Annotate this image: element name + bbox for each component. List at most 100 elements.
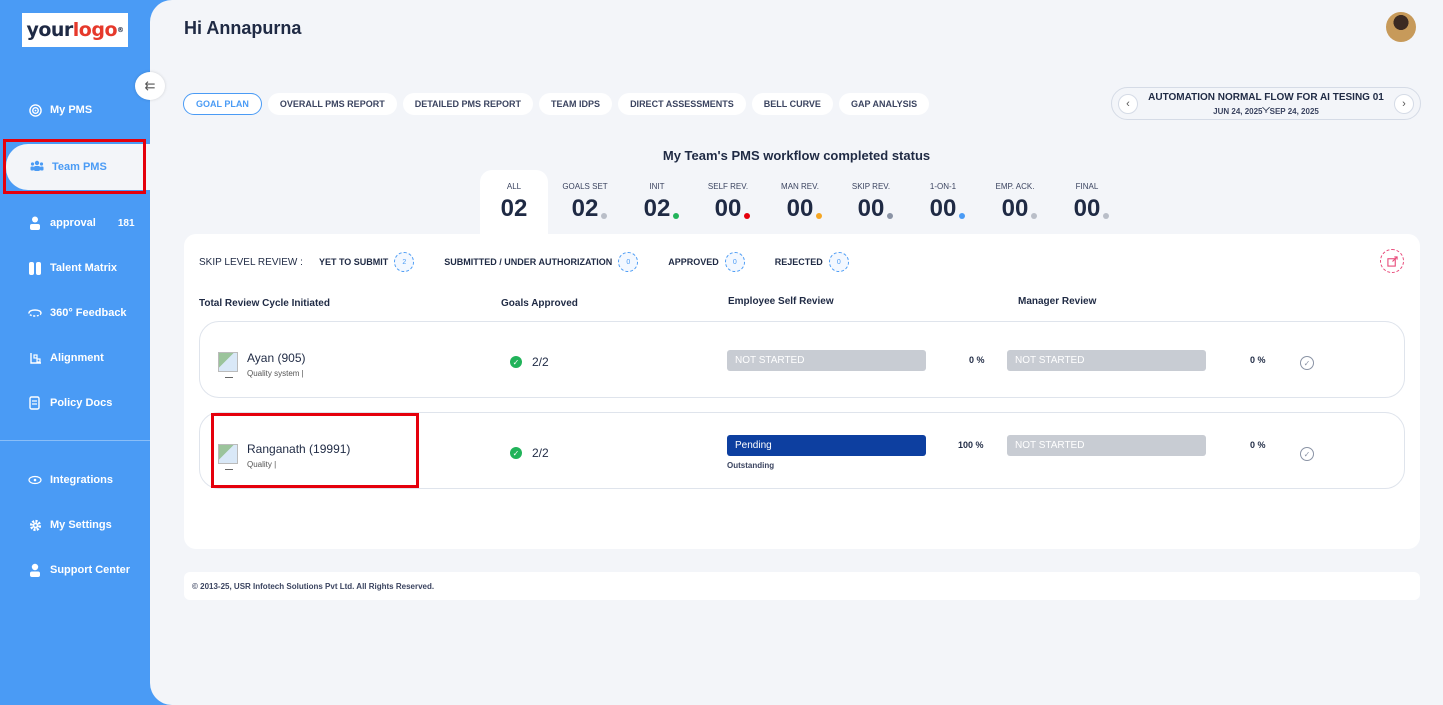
team-icon [30,160,44,175]
stat-1-on-1[interactable]: 1-ON-1 00 [908,182,978,223]
stat-label: 1-ON-1 [929,182,957,191]
collapse-arrow-icon: ⇇ [144,78,156,93]
tab-bell-curve[interactable]: BELL CURVE [751,93,833,115]
sidebar-item-label: approval [50,217,96,229]
stat-man-rev[interactable]: MAN REV. 00 [765,182,835,223]
stat-value: 00 [786,195,814,222]
employee-name[interactable]: Ayan (905) [247,351,305,365]
goals-approved: ✓ 2/2 [510,355,549,369]
sidebar-item-integrations[interactable]: Integrations [28,470,113,490]
sidebar-collapse-button[interactable]: ⇇ [135,72,165,100]
chevron-right-icon: › [1402,98,1406,110]
stat-label: SELF REV. [707,182,749,191]
stat-goals-set[interactable]: GOALS SET 02 [550,182,620,223]
tab-overall-pms-report[interactable]: OVERALL PMS REPORT [267,93,397,115]
sidebar-item-policy-docs[interactable]: Policy Docs [28,393,112,413]
manager-review-percent: 0 % [1250,355,1266,365]
alignment-icon [28,351,42,365]
self-review-status-bar: NOT STARTED [727,350,926,371]
manager-review-status-bar: NOT STARTED [1007,350,1206,371]
user-avatar[interactable] [1386,12,1416,42]
column-header-goals-approved: Goals Approved [501,298,578,309]
sidebar-item-my-settings[interactable]: My Settings [28,515,112,535]
stat-value: 00 [1073,195,1101,222]
sidebar-item-alignment[interactable]: Alignment [28,348,104,368]
sidebar-item-talent-matrix[interactable]: Talent Matrix [28,258,117,278]
sidebar-item-label: Integrations [50,474,113,486]
filter-submitted[interactable]: SUBMITTED / UNDER AUTHORIZATION [444,257,612,267]
approval-count-badge: 181 [117,217,135,229]
footer-copyright: © 2013-25, USR Infotech Solutions Pvt Lt… [184,572,1420,600]
tab-team-idps[interactable]: TEAM IDPS [539,93,613,115]
stat-value: 00 [929,195,957,222]
approve-check-icon[interactable]: ✓ [1300,447,1314,461]
review-cycle-selector[interactable]: ‹ AUTOMATION NORMAL FLOW FOR AI TESING 0… [1111,87,1421,120]
stat-all[interactable]: ALL 02 [479,182,549,223]
stat-label: SKIP REV. [851,182,891,191]
main-content: Hi Annapurna GOAL PLAN OVERALL PMS REPOR… [150,0,1443,705]
export-button[interactable] [1380,249,1404,273]
stat-init[interactable]: INIT 02 [622,182,692,223]
sidebar-item-label: Policy Docs [50,397,113,409]
sidebar-item-label: Team PMS [52,161,107,173]
stat-value: 00 [1001,195,1029,222]
feedback-icon [28,306,42,320]
previous-cycle-button[interactable]: ‹ [1118,94,1138,114]
filter-yet-to-submit[interactable]: YET TO SUBMIT [319,257,388,267]
support-icon [28,563,42,577]
stat-self-rev[interactable]: SELF REV. 00 [693,182,763,223]
employee-name[interactable]: Ranganath (19991) [247,442,350,456]
logo-text-your: your [26,19,73,41]
matrix-icon [28,261,42,275]
sidebar-item-approval[interactable]: approval 181 [28,213,135,233]
integrations-icon [28,473,42,487]
manager-review-status-bar: NOT STARTED [1007,435,1206,456]
status-dot [959,213,966,219]
stat-label: MAN REV. [781,182,819,191]
tab-direct-assessments[interactable]: DIRECT ASSESSMENTS [618,93,746,115]
approve-check-icon[interactable]: ✓ [1300,356,1314,370]
table-row[interactable]: Ranganath (19991) Quality | ✓ 2/2 Pendin… [199,412,1405,489]
approval-icon [28,216,42,230]
employee-department: Quality system | [247,369,304,378]
sidebar: your logo ® My PMS Team PMS approval 181 T… [0,0,150,705]
export-icon [1386,255,1398,267]
next-cycle-button[interactable]: › [1394,94,1414,114]
self-review-status-bar[interactable]: Pending [727,435,926,456]
chevron-left-icon: ‹ [1126,98,1130,110]
manager-review-percent: 0 % [1250,440,1266,450]
count-badge: 0 [724,252,745,272]
company-logo[interactable]: your logo ® [22,13,128,47]
goals-approved-value: 2/2 [532,446,549,460]
skip-level-review-bar: SKIP LEVEL REVIEW : YET TO SUBMIT 2 SUBM… [199,252,879,272]
status-dot [744,213,751,219]
self-review-percent: 100 % [958,440,984,450]
skip-level-heading: SKIP LEVEL REVIEW : [199,256,303,268]
stat-skip-rev[interactable]: SKIP REV. 00 [836,182,906,223]
target-icon [28,103,42,117]
check-circle-icon: ✓ [510,447,522,459]
count-badge: 2 [394,252,415,272]
tab-goal-plan[interactable]: GOAL PLAN [183,93,262,115]
sidebar-item-my-pms[interactable]: My PMS [28,100,92,120]
self-review-percent: 0 % [969,355,985,365]
filter-rejected[interactable]: REJECTED [775,257,823,267]
stat-value: 00 [714,195,742,222]
sidebar-item-support-center[interactable]: Support Center [28,560,130,580]
team-review-card: SKIP LEVEL REVIEW : YET TO SUBMIT 2 SUBM… [184,234,1420,549]
stat-value: 00 [857,195,885,222]
employee-avatar [218,352,238,378]
tab-gap-analysis[interactable]: GAP ANALYSIS [838,93,930,115]
sidebar-item-label: Alignment [50,352,104,364]
status-dot [673,213,680,219]
stat-final[interactable]: FINAL 00 [1052,182,1122,223]
status-dot [1031,213,1038,219]
filter-approved[interactable]: APPROVED [668,257,719,267]
table-row[interactable]: Ayan (905) Quality system | ✓ 2/2 NOT ST… [199,321,1405,398]
status-dot [887,213,894,219]
stat-emp-ack[interactable]: EMP. ACK. 00 [980,182,1050,223]
tab-detailed-pms-report[interactable]: DETAILED PMS REPORT [402,93,534,115]
column-header-review-cycle: Total Review Cycle Initiated [199,298,330,309]
sidebar-item-360-feedback[interactable]: 360° Feedback [28,303,127,323]
sidebar-item-team-pms[interactable]: Team PMS [30,157,107,177]
